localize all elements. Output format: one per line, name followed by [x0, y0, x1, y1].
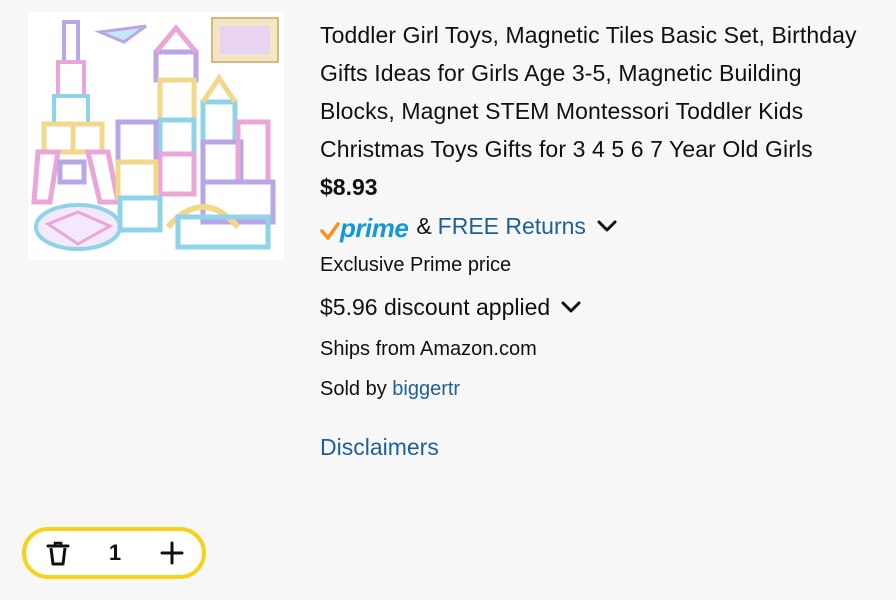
quantity-stepper: 1	[22, 527, 206, 579]
product-price: $8.93	[320, 174, 378, 200]
sold-by-prefix: Sold by	[320, 378, 393, 400]
product-details: Toddler Girl Toys, Magnetic Tiles Basic …	[320, 16, 880, 464]
exclusive-prime-price: Exclusive Prime price	[320, 254, 512, 276]
ampersand: &	[416, 212, 432, 239]
discount-text: $5.96 discount applied	[320, 294, 551, 320]
ships-from: Ships from Amazon.com	[320, 338, 537, 360]
discount-row[interactable]: $5.96 discount applied	[320, 290, 880, 324]
product-title[interactable]: Toddler Girl Toys, Magnetic Tiles Basic …	[320, 16, 880, 168]
prime-check-icon	[320, 222, 340, 240]
product-image[interactable]	[28, 12, 284, 260]
trash-icon[interactable]	[46, 540, 70, 566]
seller-link[interactable]: biggertr	[392, 378, 460, 400]
chevron-down-icon[interactable]	[596, 219, 618, 233]
chevron-down-icon[interactable]	[560, 300, 582, 314]
quantity-value: 1	[108, 540, 122, 565]
disclaimers-link[interactable]: Disclaimers	[320, 430, 880, 464]
sold-by: Sold by biggertr	[320, 374, 880, 404]
prime-label: prime	[340, 213, 409, 243]
plus-icon[interactable]	[160, 541, 184, 565]
magnetic-tiles-photo	[28, 12, 284, 260]
prime-logo: prime	[320, 211, 409, 243]
free-returns-link[interactable]: FREE Returns	[438, 213, 586, 240]
prime-row: prime & FREE Returns	[320, 208, 880, 244]
